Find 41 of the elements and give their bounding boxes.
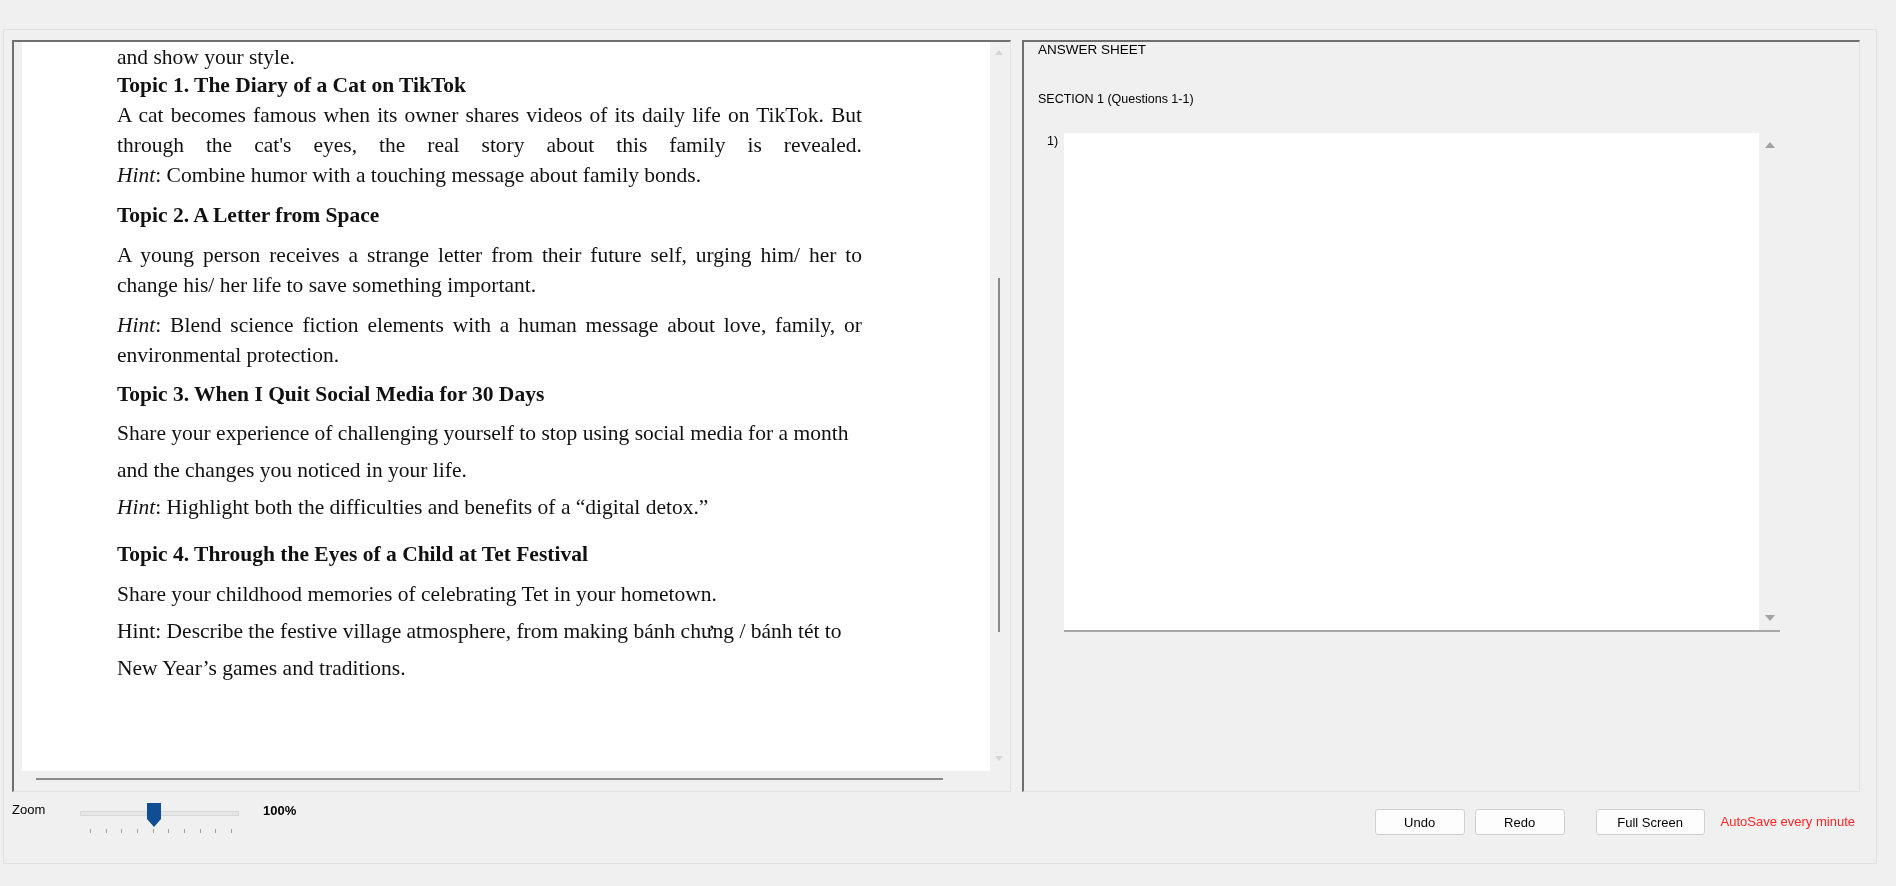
answer-sheet-title: ANSWER SHEET: [1038, 42, 1146, 58]
topic-heading: Topic 2. A Letter from Space: [117, 202, 380, 229]
slider-tick: [152, 829, 154, 833]
slider-tick: [168, 829, 170, 833]
toolbar-button[interactable]: Undo: [1374, 809, 1465, 835]
slider-tick: [90, 829, 91, 833]
scrollbar-thumb[interactable]: [998, 278, 1000, 632]
topic-paragraph: A cat becomes famous when its owner shares videos of its daily life on TikTok. But through the cat's eyes, the real story about this family is revealed.: [117, 102, 862, 159]
scrollbar-thumb[interactable]: [36, 778, 943, 780]
slider-thumb[interactable]: [146, 803, 161, 827]
topic-heading: Topic 1. The Diary of a Cat on TikTok: [117, 72, 467, 99]
topic-paragraph: Hint: Blend science fiction elements with a human message about love, family, or environmental protection.: [117, 312, 862, 369]
zoom-slider-track[interactable]: [80, 803, 239, 827]
topic-heading: Topic 3. When I Quit Social Media for 30 Days: [117, 381, 545, 408]
slider-tick: [121, 829, 123, 833]
scroll-down-arrow-icon[interactable]: [1764, 615, 1775, 621]
topic-paragraph: Share your experience of challenging yourself to stop using social media for a month and the changes you noticed in your life.: [117, 420, 850, 484]
slider-tick: [199, 829, 201, 833]
section-title: SECTION 1 (Questions 1-1): [1038, 91, 1194, 107]
scroll-up-arrow-icon[interactable]: [1764, 142, 1775, 148]
toolbar-button[interactable]: Redo: [1474, 809, 1565, 835]
answer-box[interactable]: [1064, 133, 1780, 632]
scroll-up-arrow-icon[interactable]: [995, 50, 1003, 55]
topic-paragraph: A young person receives a strange letter from their future self, urging him/ her to change his/ her life to save something important.: [117, 242, 862, 299]
document-text: and show your style.: [117, 44, 295, 70]
autosave-note: AutoSave every minute: [1720, 814, 1855, 830]
scroll-down-arrow-icon[interactable]: [995, 756, 1003, 761]
zoom-label: Zoom: [12, 802, 47, 818]
toolbar-button[interactable]: Full Screen: [1595, 809, 1705, 835]
topic-paragraph: Share your childhood memories of celebrating Tet in your hometown.: [117, 581, 718, 608]
slider-tick: [136, 829, 138, 833]
topic-paragraph: Hint: Describe the festive village atmosphere, from making bánh chưng / bánh tét to New Year’s games and traditions.: [117, 618, 843, 682]
slider-tick: [230, 829, 232, 833]
topic-paragraph: Hint: Highlight both the difficulties and benefits of a “digital detox.”: [117, 494, 710, 521]
slider-tick: [215, 829, 217, 833]
topic-paragraph: Hint: Combine humor with a touching message about family bonds.: [117, 162, 703, 189]
slider-tick: [183, 829, 185, 833]
slider-tick: [105, 829, 107, 833]
zoom-reading: 100%: [263, 803, 297, 819]
question-number: 1): [1047, 133, 1060, 149]
topic-heading: Topic 4. Through the Eyes of a Child at Tet Festival: [117, 541, 588, 568]
